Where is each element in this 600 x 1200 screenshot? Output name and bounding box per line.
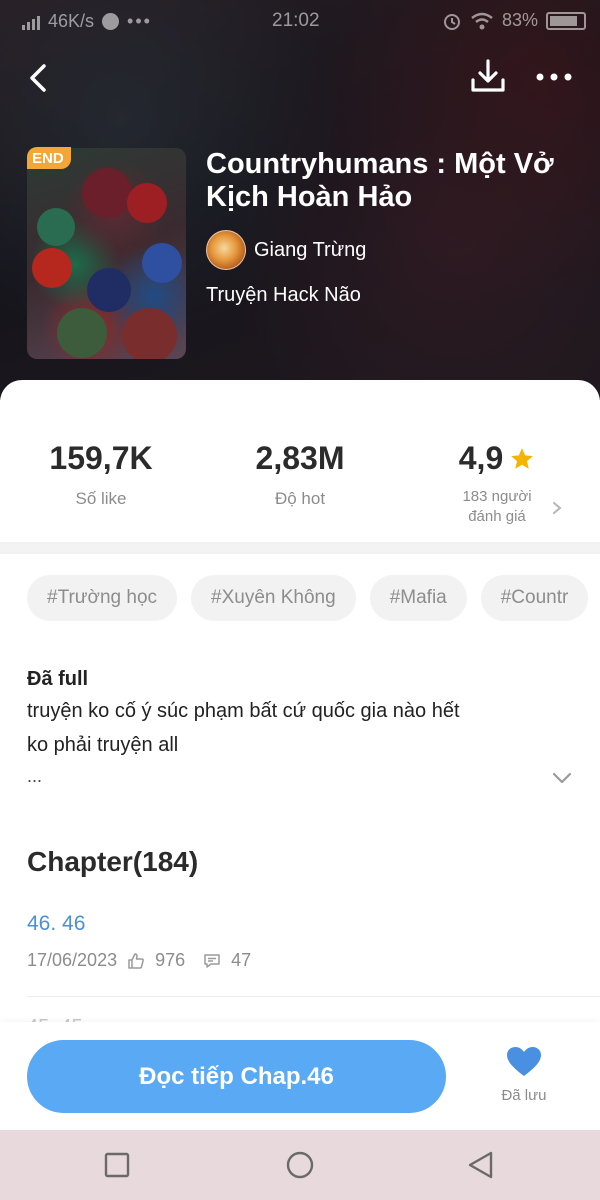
book-cover[interactable] xyxy=(27,148,186,359)
author-name: Giang Trừng xyxy=(254,238,367,261)
tag-chip[interactable]: #Trường học xyxy=(27,575,178,621)
back-nav-button[interactable] xyxy=(466,1150,496,1180)
chapter-likes: 976 xyxy=(155,950,186,970)
download-button[interactable] xyxy=(468,56,508,96)
author-avatar xyxy=(206,230,246,270)
network-speed: 46K/s xyxy=(48,11,95,31)
row-divider xyxy=(27,996,600,997)
description-line: ko phải truyện all xyxy=(27,734,179,756)
chapter-heading: Chapter(184) xyxy=(27,846,199,877)
saved-label: Đã lưu xyxy=(501,1087,547,1104)
clock: 21:02 xyxy=(272,10,320,31)
system-navigation-bar xyxy=(0,1130,600,1200)
battery-percent: 83% xyxy=(501,10,538,30)
chapter-list-item[interactable]: 46. 46 17/06/2023 976 47 xyxy=(27,912,587,971)
rating-value: 4,9 xyxy=(458,440,504,476)
description-ellipsis: ... xyxy=(27,766,43,786)
completion-status: Đã full xyxy=(27,668,89,690)
detail-card: 159,7K Số like 2,83M Độ hot 4,9 183 ngườ… xyxy=(0,380,600,1040)
hot-count: 2,83M xyxy=(255,440,345,476)
home-button[interactable] xyxy=(285,1150,315,1180)
tag-list: #Trường học #Xuyên Không #Mafia #Countr xyxy=(27,575,589,621)
book-genre[interactable]: Truyện Hack Não xyxy=(206,284,361,307)
signal-icon xyxy=(22,14,40,30)
chapter-title[interactable]: 46. 46 xyxy=(27,912,587,936)
end-badge: END xyxy=(27,147,71,169)
bottom-action-bar: Đọc tiếp Chap.46 Đã lưu xyxy=(0,1022,600,1130)
book-title: Countryhumans : Một Vở Kịch Hoàn Hảo xyxy=(206,148,554,213)
comment-icon xyxy=(204,953,220,968)
wifi-icon xyxy=(471,12,493,29)
more-status-icon: ••• xyxy=(127,11,152,31)
stat-hot: 2,83M Độ hot xyxy=(200,440,400,509)
stat-likes: 159,7K Số like xyxy=(1,440,201,509)
back-button[interactable] xyxy=(22,58,56,98)
stats-row: 159,7K Số like 2,83M Độ hot 4,9 183 ngườ… xyxy=(0,380,600,540)
battery-icon xyxy=(546,11,586,30)
chapter-comments: 47 xyxy=(231,950,252,970)
stat-rating[interactable]: 4,9 183 người đánh giá xyxy=(397,440,597,527)
author-row[interactable]: Giang Trừng xyxy=(206,230,366,270)
alarm-icon xyxy=(443,13,460,30)
chapter-date: 17/06/2023 xyxy=(27,950,118,970)
likes-count: 159,7K xyxy=(49,440,153,476)
chapter-meta: 17/06/2023 976 47 xyxy=(27,950,587,971)
description: Đã full truyện ko cố ý súc phạm bất cứ q… xyxy=(27,664,547,790)
saved-button[interactable]: Đã lưu xyxy=(488,1046,560,1104)
expand-description-button[interactable] xyxy=(551,770,573,786)
top-nav xyxy=(0,52,600,102)
tag-chip[interactable]: #Xuyên Không xyxy=(191,575,356,621)
description-line: truyện ko cố ý súc phạm bất cứ quốc gia … xyxy=(27,700,460,722)
thumbs-up-icon xyxy=(128,952,144,969)
more-options-button[interactable] xyxy=(533,62,575,92)
rating-count-label: 183 người đánh giá xyxy=(462,488,532,525)
star-icon xyxy=(511,447,534,469)
hot-label: Độ hot xyxy=(274,489,326,508)
section-divider xyxy=(0,542,600,554)
status-bar: 46K/s ••• 21:02 83% xyxy=(0,0,600,42)
tag-chip[interactable]: #Mafia xyxy=(369,575,467,621)
recent-apps-button[interactable] xyxy=(102,1150,132,1180)
chevron-right-icon[interactable] xyxy=(549,498,565,518)
continue-reading-button[interactable]: Đọc tiếp Chap.46 xyxy=(27,1040,446,1113)
tag-chip[interactable]: #Countr xyxy=(480,575,589,621)
likes-label: Số like xyxy=(75,489,127,508)
heart-icon xyxy=(507,1047,541,1076)
data-saver-icon xyxy=(102,13,120,30)
